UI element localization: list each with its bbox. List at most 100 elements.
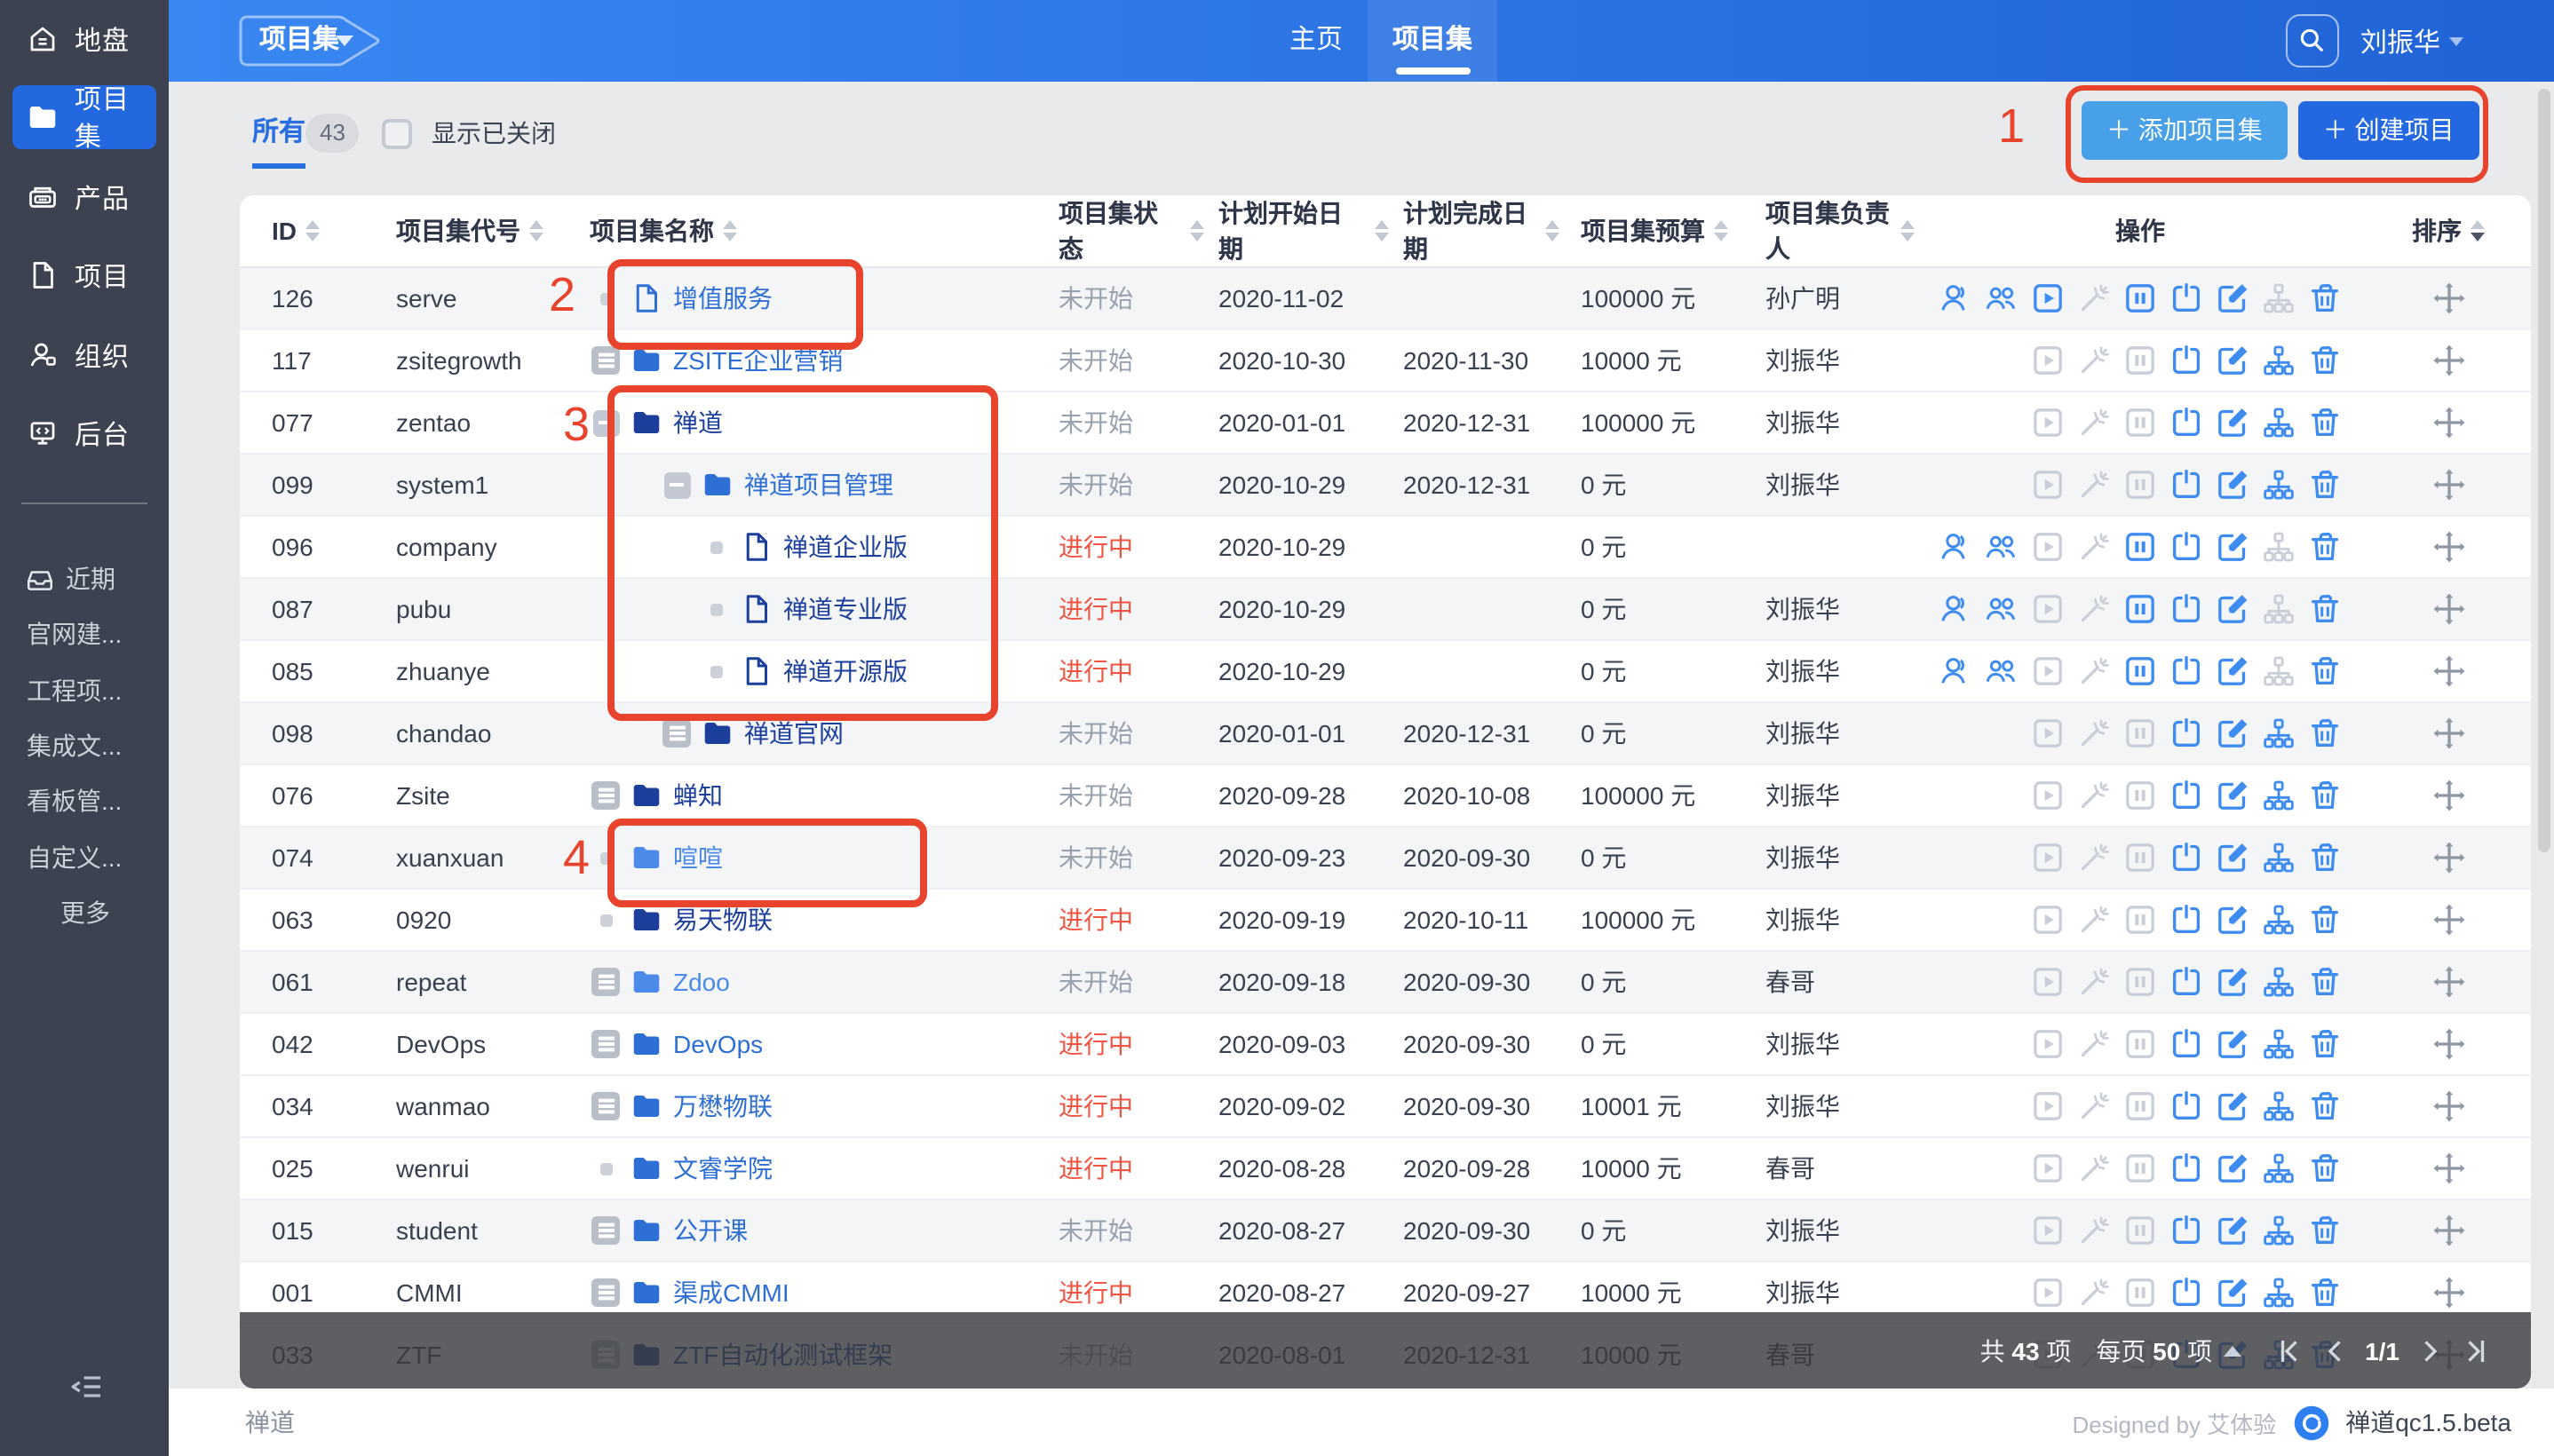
program-name-link[interactable]: 禅道企业版 xyxy=(783,529,908,565)
program-name-link[interactable]: 禅道官网 xyxy=(744,716,844,751)
per-page-text[interactable]: 每页 50 项 xyxy=(2096,1333,2212,1368)
program-name-link[interactable]: 万懋物联 xyxy=(673,1088,773,1124)
power-icon[interactable] xyxy=(2169,1088,2204,1124)
edit-icon[interactable] xyxy=(2215,1088,2250,1124)
users-icon[interactable] xyxy=(1984,653,2019,689)
edit-icon[interactable] xyxy=(2215,778,2250,813)
program-name-link[interactable]: 易天物联 xyxy=(673,902,773,938)
program-name-link[interactable]: 喧喧 xyxy=(673,840,723,875)
tree-icon[interactable] xyxy=(2261,1151,2296,1186)
users-icon[interactable] xyxy=(1984,529,2019,565)
trash-icon[interactable] xyxy=(2307,467,2343,502)
column-header[interactable]: 计划完成日期 xyxy=(1389,195,1559,266)
per-page-caret-icon[interactable] xyxy=(2223,1345,2241,1356)
tree-icon[interactable] xyxy=(2261,840,2296,875)
add-program-button[interactable]: ＋ 添加项目集 xyxy=(2082,101,2288,160)
move-icon[interactable] xyxy=(2431,1213,2466,1248)
tree-icon[interactable] xyxy=(2261,1275,2296,1310)
show-closed-checkbox[interactable] xyxy=(382,119,412,149)
edit-icon[interactable] xyxy=(2215,1151,2250,1186)
power-icon[interactable] xyxy=(2169,343,2204,378)
power-icon[interactable] xyxy=(2169,1213,2204,1248)
program-name-link[interactable]: 渠成CMMI xyxy=(673,1275,789,1310)
move-icon[interactable] xyxy=(2431,591,2466,627)
tab-programs[interactable]: 项目集 xyxy=(1368,0,1497,82)
trash-icon[interactable] xyxy=(2307,405,2343,440)
column-header[interactable]: 项目集预算 xyxy=(1559,213,1744,249)
edit-icon[interactable] xyxy=(2215,405,2250,440)
power-icon[interactable] xyxy=(2169,529,2204,565)
sidebar-item-home[interactable]: 地盘 xyxy=(0,7,169,71)
program-name-link[interactable]: 蝉知 xyxy=(673,778,723,813)
prev-page-button[interactable] xyxy=(2319,1334,2351,1366)
move-icon[interactable] xyxy=(2431,840,2466,875)
trash-icon[interactable] xyxy=(2307,778,2343,813)
tree-minus-icon[interactable] xyxy=(590,409,622,436)
power-icon[interactable] xyxy=(2169,778,2204,813)
column-header[interactable]: 计划开始日期 xyxy=(1204,195,1389,266)
tree-icon[interactable] xyxy=(2261,1213,2296,1248)
program-name-link[interactable]: 禅道项目管理 xyxy=(744,467,893,502)
sidebar-secondary-item[interactable]: 官网建... xyxy=(0,608,169,661)
program-name-link[interactable]: DevOps xyxy=(673,1030,763,1058)
trash-icon[interactable] xyxy=(2307,653,2343,689)
move-icon[interactable] xyxy=(2431,405,2466,440)
trash-icon[interactable] xyxy=(2307,1026,2343,1062)
power-icon[interactable] xyxy=(2169,653,2204,689)
filter-tab-all[interactable]: 所有 xyxy=(252,110,305,169)
user-icon[interactable] xyxy=(1938,529,1973,565)
power-icon[interactable] xyxy=(2169,405,2204,440)
column-header[interactable]: 项目集负责人 xyxy=(1744,195,1915,266)
tree-icon[interactable] xyxy=(2261,964,2296,1000)
first-page-button[interactable] xyxy=(2272,1334,2304,1366)
sidebar-collapse-button[interactable] xyxy=(67,1369,107,1405)
program-name-link[interactable]: 禅道 xyxy=(673,405,723,440)
power-icon[interactable] xyxy=(2169,964,2204,1000)
program-name-link[interactable]: ZSITE企业营销 xyxy=(673,343,843,378)
move-icon[interactable] xyxy=(2431,653,2466,689)
sort-icon[interactable] xyxy=(723,220,737,241)
tree-icon[interactable] xyxy=(2261,343,2296,378)
edit-icon[interactable] xyxy=(2215,343,2250,378)
sort-icon[interactable] xyxy=(305,220,320,241)
trash-icon[interactable] xyxy=(2307,716,2343,751)
edit-icon[interactable] xyxy=(2215,964,2250,1000)
move-icon[interactable] xyxy=(2431,529,2466,565)
trash-icon[interactable] xyxy=(2307,1275,2343,1310)
move-icon[interactable] xyxy=(2431,1151,2466,1186)
sidebar-item-org[interactable]: 组织 xyxy=(0,323,169,387)
move-icon[interactable] xyxy=(2431,778,2466,813)
trash-icon[interactable] xyxy=(2307,1151,2343,1186)
last-page-button[interactable] xyxy=(2460,1334,2492,1366)
tree-icon[interactable] xyxy=(2261,405,2296,440)
tree-icon[interactable] xyxy=(2261,778,2296,813)
users-icon[interactable] xyxy=(1984,591,2019,627)
power-icon[interactable] xyxy=(2169,716,2204,751)
program-name-link[interactable]: 禅道专业版 xyxy=(783,591,908,627)
user-icon[interactable] xyxy=(1938,653,1973,689)
breadcrumb[interactable]: 项目集 xyxy=(236,12,385,69)
tree-icon[interactable] xyxy=(2261,1088,2296,1124)
users-icon[interactable] xyxy=(1984,281,2019,316)
trash-icon[interactable] xyxy=(2307,343,2343,378)
tree-icon[interactable] xyxy=(2261,902,2296,938)
sidebar-secondary-item[interactable]: 近期 xyxy=(0,552,169,605)
sidebar-item-folder[interactable]: 项目集 xyxy=(12,85,156,149)
trash-icon[interactable] xyxy=(2307,529,2343,565)
move-icon[interactable] xyxy=(2431,281,2466,316)
pause-icon[interactable] xyxy=(2122,653,2158,689)
trash-icon[interactable] xyxy=(2307,964,2343,1000)
program-name-link[interactable]: Zdoo xyxy=(673,968,730,996)
trash-icon[interactable] xyxy=(2307,1088,2343,1124)
user-icon[interactable] xyxy=(1938,591,1973,627)
move-icon[interactable] xyxy=(2431,716,2466,751)
tree-icon[interactable] xyxy=(2261,1026,2296,1062)
pause-icon[interactable] xyxy=(2122,529,2158,565)
column-header[interactable]: 项目集名称 xyxy=(575,213,1051,249)
sidebar-secondary-item[interactable]: 集成文... xyxy=(0,719,169,772)
sort-icon[interactable] xyxy=(529,220,543,241)
move-icon[interactable] xyxy=(2431,1275,2466,1310)
edit-icon[interactable] xyxy=(2215,591,2250,627)
sort-icon[interactable] xyxy=(1375,220,1389,241)
move-icon[interactable] xyxy=(2431,902,2466,938)
